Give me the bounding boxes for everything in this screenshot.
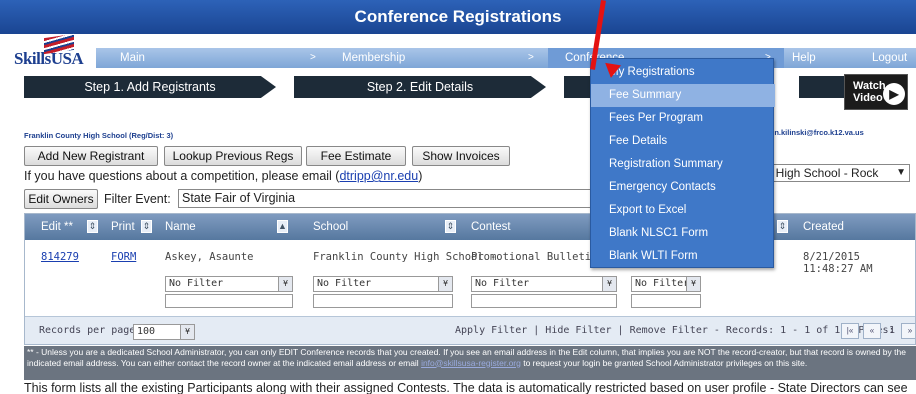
sort-icon[interactable]: ⇕ [87,220,98,233]
sort-icon[interactable]: ⇕ [777,220,788,233]
menu-fee-summary[interactable]: Fee Summary [591,84,775,107]
status-filter-value: No Filter [635,278,690,289]
chevron-down-icon: ▼ [896,167,906,178]
col-contest[interactable]: Contest [471,214,511,240]
filter-event-label: Filter Event: [104,192,171,206]
col-school[interactable]: School [313,214,348,240]
show-invoices-button[interactable]: Show Invoices [412,146,510,166]
status-filter-select[interactable]: No Filter ¥ [631,276,701,292]
step-1-add-registrants[interactable]: Step 1. Add Registrants [24,76,276,98]
chevron-down-icon: ¥ [438,277,452,291]
name-filter-input[interactable] [165,294,293,308]
user-email: ken.kilinski@frco.k12.va.us [766,128,864,137]
menu-export-to-excel[interactable]: Export to Excel [591,199,775,222]
col-created[interactable]: Created [803,214,844,240]
registrations-grid: Edit ** ⇕ Print ⇕ Name ▲ School ⇕ Contes… [24,213,916,345]
chevron-down-icon: ¥ [602,277,616,291]
contest-filter-input[interactable] [471,294,617,308]
conference-dropdown-menu: My Registrations Fee Summary Fees Per Pr… [590,58,775,268]
nav-separator-icon: > [310,52,316,63]
record-print-link[interactable]: FORM [111,251,136,263]
col-print[interactable]: Print [111,214,135,240]
add-new-registrant-button[interactable]: Add New Registrant [24,146,158,166]
menu-blank-nlsc1-form[interactable]: Blank NLSC1 Form [591,222,775,245]
contact-question: If you have questions about a competitio… [24,169,422,183]
record-name: Askey, Asaunte [165,251,254,263]
sort-icon[interactable]: ⇕ [141,220,152,233]
menu-emergency-contacts[interactable]: Emergency Contacts [591,176,775,199]
status-filter-input[interactable] [631,294,701,308]
name-filter-value: No Filter [169,278,224,289]
pager-links[interactable]: Apply Filter | Hide Filter | Remove Filt… [455,325,895,336]
filter-event-input[interactable]: State Fair of Virginia [178,189,598,208]
nav-membership[interactable]: Membership [342,48,405,68]
first-page-icon[interactable]: |« [841,323,859,339]
contest-filter-select[interactable]: No Filter ¥ [471,276,617,292]
contact-email-link[interactable]: dtripp@nr.edu [339,169,418,183]
info-email-link[interactable]: info@skillsusa-register.org [421,358,521,368]
page-title: Conference Registrations [0,0,916,34]
records-per-page-select[interactable]: 100 ¥ [133,324,195,340]
school-filter-select[interactable]: No Filter ¥ [313,276,453,292]
school-filter-value: No Filter [317,278,372,289]
grid-header: Edit ** ⇕ Print ⇕ Name ▲ School ⇕ Contes… [25,214,915,240]
chevron-down-icon: ¥ [180,325,194,339]
school-select-value: ty High School - Rock [763,166,879,180]
sort-icon[interactable]: ▲ [277,220,288,233]
next-page-icon[interactable]: » [901,323,915,339]
school-info: Franklin County High School (Reg/Dist: 3… [24,131,174,140]
logo-text: SkillsUSA [14,49,84,68]
skillsusa-logo[interactable]: SkillsUSA [14,33,84,68]
prev-page-icon[interactable]: « [863,323,881,339]
nav-help[interactable]: Help [792,48,816,68]
question-prefix: If you have questions about a competitio… [24,169,340,183]
nav-separator-icon: > [528,52,534,63]
record-school: Franklin County High School - [313,251,497,263]
nav-main[interactable]: Main [120,48,145,68]
sort-icon[interactable]: ⇕ [445,220,456,233]
name-filter-select[interactable]: No Filter ¥ [165,276,293,292]
menu-blank-wlti-form[interactable]: Blank WLTI Form [591,245,775,268]
col-edit[interactable]: Edit ** [41,214,73,240]
grid-pager: Records per page: 100 ¥ Apply Filter | Hi… [25,316,915,344]
note-text-2: to request your login be granted School … [520,357,808,368]
edit-owners-button[interactable]: Edit Owners [24,189,98,209]
chevron-down-icon: ¥ [686,277,700,291]
lookup-previous-regs-button[interactable]: Lookup Previous Regs [164,146,302,166]
nav-logout[interactable]: Logout [872,48,907,68]
contest-filter-value: No Filter [475,278,530,289]
col-name[interactable]: Name [165,214,196,240]
school-filter-input[interactable] [313,294,453,308]
record-created: 8/21/2015 11:48:27 AM [803,251,873,275]
menu-registration-summary[interactable]: Registration Summary [591,153,775,176]
play-icon: ▶ [883,83,905,105]
description-text: This form lists all the existing Partici… [24,381,908,394]
school-select[interactable]: ty High School - Rock ▼ [760,164,910,182]
fee-estimate-button[interactable]: Fee Estimate [306,146,406,166]
record-edit-link[interactable]: 814279 [41,251,79,263]
menu-fees-per-program[interactable]: Fees Per Program [591,107,775,130]
menu-fee-details[interactable]: Fee Details [591,130,775,153]
records-per-page-label: Records per page: [39,325,142,336]
annotation-arrow-icon [603,62,621,80]
question-suffix: ) [418,169,423,183]
main-nav: Main > Membership > Conference > Help Lo… [96,48,916,68]
records-per-page-value: 100 [137,326,156,337]
chevron-down-icon: ¥ [278,277,292,291]
step-2-edit-details[interactable]: Step 2. Edit Details [294,76,546,98]
admin-note: ** - Unless you are a dedicated School A… [24,346,916,380]
page-number[interactable]: 1 [889,325,895,336]
step-4[interactable] [799,76,849,98]
watch-video-button[interactable]: Watch Video ▶ [844,74,908,110]
